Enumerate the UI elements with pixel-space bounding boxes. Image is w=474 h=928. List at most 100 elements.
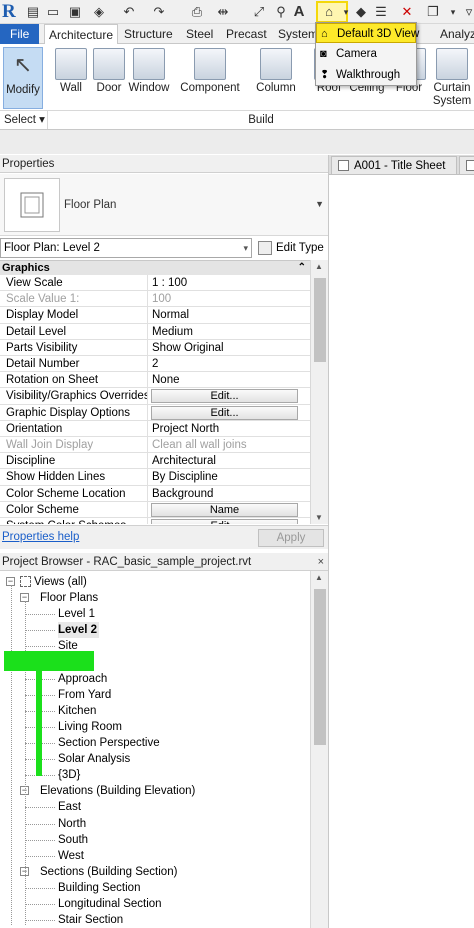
tree-node[interactable]: Solar Analysis xyxy=(58,751,130,767)
text-icon[interactable]: A xyxy=(290,3,308,21)
modify-button[interactable]: ↖ Modify xyxy=(3,47,43,109)
tree-node[interactable]: Sections (Building Section) xyxy=(40,864,177,880)
view-tab-title-sheet[interactable]: A001 - Title Sheet xyxy=(331,156,457,175)
property-row[interactable]: View Scale 1 : 100 xyxy=(0,275,310,292)
tab-file[interactable]: File xyxy=(0,24,40,44)
property-row[interactable]: Detail Number 2 xyxy=(0,356,310,373)
redo-icon[interactable]: ↷ xyxy=(150,3,168,21)
property-row[interactable]: Visibility/Graphics Overrides Edit... xyxy=(0,388,310,405)
dimension-icon[interactable]: ⤢ xyxy=(250,3,268,21)
property-row[interactable]: Graphic Display Options Edit... xyxy=(0,404,310,421)
tree-node[interactable]: Section Perspective xyxy=(58,735,160,751)
property-value[interactable]: Normal xyxy=(149,307,299,323)
properties-scrollbar[interactable]: ▲ ▼ xyxy=(310,260,328,524)
default-3d-view-icon[interactable]: ⌂ xyxy=(320,3,338,21)
property-row[interactable]: Color Scheme Name xyxy=(0,501,310,518)
scroll-up-icon[interactable]: ▲ xyxy=(315,573,323,582)
property-value[interactable]: By Discipline xyxy=(149,469,299,485)
open-icon[interactable]: ▤ xyxy=(24,3,42,21)
measure-icon[interactable]: ⇹ xyxy=(214,3,232,21)
property-value[interactable]: Project North xyxy=(149,421,299,437)
project-browser-scrollbar[interactable]: ▲ xyxy=(310,571,328,928)
wall-button[interactable]: Wall xyxy=(54,46,88,95)
property-value[interactable]: Architectural xyxy=(149,453,299,469)
menu-item-camera[interactable]: ◙ Camera xyxy=(316,44,416,64)
tree-node[interactable]: Views (all) xyxy=(34,574,87,590)
select-panel-label[interactable]: Select ▾ xyxy=(0,110,48,129)
tab-structure[interactable]: Structure xyxy=(120,24,177,44)
undo-icon[interactable]: ↶ xyxy=(120,3,138,21)
property-row[interactable]: Show Hidden Lines By Discipline xyxy=(0,469,310,486)
property-row[interactable]: System Color SchemesEdit... xyxy=(0,518,310,524)
property-row[interactable]: Orientation Project North xyxy=(0,420,310,437)
tab-analyze[interactable]: Analyze xyxy=(436,24,474,44)
tree-node[interactable]: {3D} xyxy=(58,767,80,783)
property-value[interactable]: Medium xyxy=(149,324,299,340)
thin-lines-icon[interactable]: ☰ xyxy=(372,3,390,21)
property-value[interactable]: Show Original xyxy=(149,340,299,356)
property-edit-button[interactable]: Edit... xyxy=(151,519,298,524)
instance-dropdown[interactable]: Floor Plan: Level 2 ▾ xyxy=(0,238,252,258)
tree-node[interactable]: Level 1 xyxy=(58,606,95,622)
tree-node[interactable]: Elevations (Building Elevation) xyxy=(40,783,195,799)
collapse-icon[interactable]: ⌃ xyxy=(298,261,306,275)
tree-node[interactable]: Longitudinal Section xyxy=(58,896,162,912)
scroll-down-icon[interactable]: ▼ xyxy=(315,513,323,522)
property-row[interactable]: Color Scheme Location Background xyxy=(0,485,310,502)
scroll-thumb[interactable] xyxy=(314,278,326,362)
tree-node[interactable]: Approach xyxy=(58,671,107,687)
tree-node[interactable]: Stair Section xyxy=(58,912,123,928)
property-row[interactable]: Rotation on Sheet None xyxy=(0,372,310,389)
switch-windows-icon[interactable]: ❐ xyxy=(424,3,442,21)
tree-node[interactable]: South xyxy=(58,832,88,848)
property-row[interactable]: Scale Value 1: 100 xyxy=(0,291,310,308)
apply-button[interactable]: Apply xyxy=(258,529,324,547)
property-row[interactable]: Discipline Architectural xyxy=(0,453,310,470)
column-button[interactable]: Column xyxy=(256,46,296,95)
property-edit-button[interactable]: Edit... xyxy=(151,405,298,420)
property-row[interactable]: Detail Level Medium xyxy=(0,323,310,340)
print-icon[interactable]: ⎙ xyxy=(188,3,206,21)
property-row[interactable]: Display Model Normal xyxy=(0,307,310,324)
property-value[interactable]: Background xyxy=(149,486,299,502)
menu-item-walkthrough[interactable]: ❢ Walkthrough xyxy=(316,65,416,85)
tab-architecture[interactable]: Architecture xyxy=(44,24,119,45)
edit-type-button[interactable]: Edit Type xyxy=(256,238,328,258)
save-icon[interactable]: ▣ xyxy=(66,3,84,21)
property-value[interactable]: 2 xyxy=(149,356,299,372)
tree-node[interactable]: West xyxy=(58,848,84,864)
tab-steel[interactable]: Steel xyxy=(182,24,217,44)
revit-logo[interactable]: R xyxy=(2,1,20,22)
component-button[interactable]: Component xyxy=(180,46,240,95)
view-tab-next[interactable] xyxy=(459,156,474,175)
section-icon[interactable]: ◆ xyxy=(352,3,370,21)
scroll-up-icon[interactable]: ▲ xyxy=(315,262,323,271)
type-selector[interactable]: Floor Plan ▼ xyxy=(0,174,328,236)
tree-node[interactable]: Floor Plans xyxy=(40,590,98,606)
tree-node[interactable]: Living Room xyxy=(58,719,122,735)
window-button[interactable]: Window xyxy=(128,46,170,95)
customize-toolbar-icon[interactable]: ▿ xyxy=(460,3,474,21)
scroll-thumb[interactable] xyxy=(314,589,326,745)
property-row[interactable]: Parts Visibility Show Original xyxy=(0,339,310,356)
tab-precast[interactable]: Precast xyxy=(222,24,271,44)
tree-node[interactable]: Level 2 xyxy=(58,622,99,639)
tree-node[interactable]: Kitchen xyxy=(58,703,96,719)
property-value[interactable]: None xyxy=(149,372,299,388)
chevron-down-icon[interactable]: ▼ xyxy=(315,199,324,209)
tree-node[interactable]: East xyxy=(58,799,81,815)
property-edit-button[interactable]: Name xyxy=(151,502,298,517)
tree-node[interactable]: From Yard xyxy=(58,687,111,703)
tag-icon[interactable]: ⚲ xyxy=(272,3,290,21)
door-button[interactable]: Door xyxy=(92,46,126,95)
close-hidden-icon[interactable]: ✕ xyxy=(398,3,416,21)
open-folder-icon[interactable]: ▭ xyxy=(44,3,62,21)
curtain-system-button[interactable]: Curtain System xyxy=(432,46,472,108)
group-header-graphics[interactable]: Graphics ⌃ xyxy=(0,261,310,275)
menu-item-default-3d-view[interactable]: ⌂ Default 3D View xyxy=(316,23,419,43)
tree-node[interactable]: Building Section xyxy=(58,880,140,896)
close-icon[interactable]: × xyxy=(318,553,324,571)
property-value[interactable]: 1 : 100 xyxy=(149,275,299,291)
properties-help-link[interactable]: Properties help xyxy=(2,531,79,543)
tree-node[interactable]: North xyxy=(58,816,86,832)
